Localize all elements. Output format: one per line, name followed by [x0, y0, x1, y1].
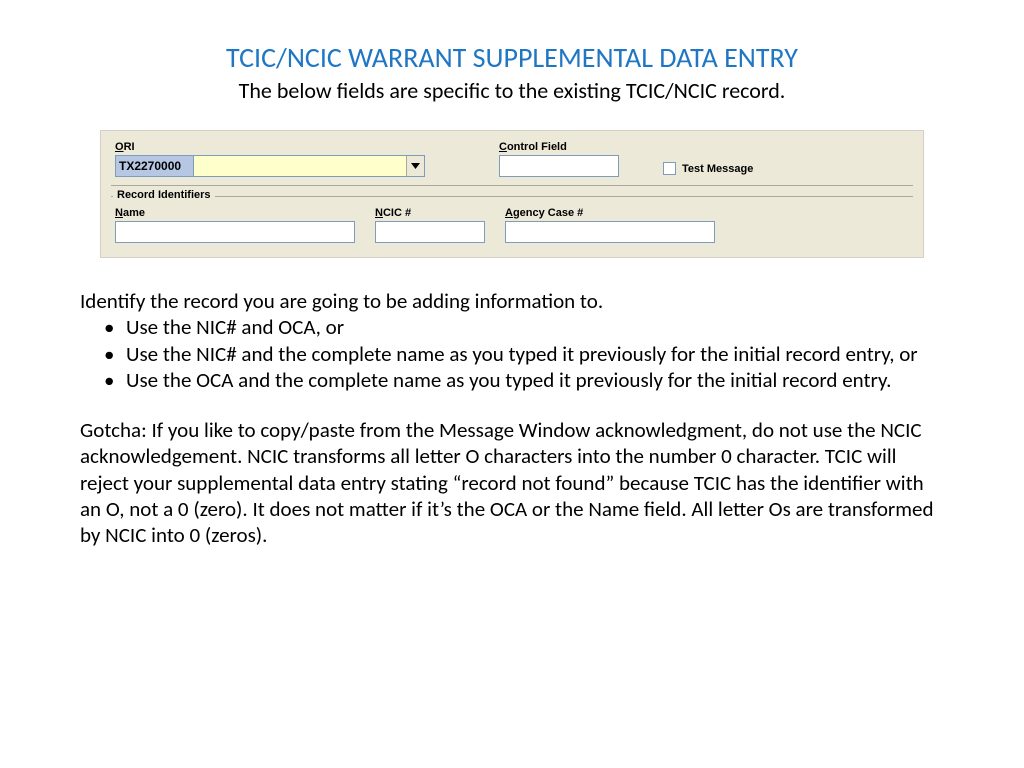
ori-field-group: ORI TX2270000 — [115, 141, 425, 177]
ncic-input[interactable] — [375, 221, 485, 243]
list-item: Use the NIC# and the complete name as yo… — [104, 341, 944, 367]
header-row: ORI TX2270000 Control Field Test — [111, 135, 913, 186]
agency-case-input[interactable] — [505, 221, 715, 243]
ori-label-rest: RI — [124, 141, 135, 153]
ori-dropdown-button[interactable] — [406, 156, 424, 176]
control-field-group: Control Field — [499, 141, 619, 177]
control-field-input[interactable] — [499, 155, 619, 177]
instruction-list: Use the NIC# and OCA, or Use the NIC# an… — [80, 314, 944, 393]
record-identifiers-row: Name NCIC # Agency Case # — [115, 207, 909, 243]
agency-case-label: Agency Case # — [505, 207, 715, 219]
chevron-down-icon — [411, 163, 420, 169]
ori-value: TX2270000 — [116, 156, 194, 176]
page-title: TCIC/NCIC WARRANT SUPPLEMENTAL DATA ENTR… — [60, 40, 964, 75]
control-label-hotkey: C — [499, 141, 507, 153]
record-identifiers-legend: Record Identifiers — [113, 189, 215, 201]
agency-case-field-group: Agency Case # — [505, 207, 715, 243]
instruction-block: Identify the record you are going to be … — [80, 288, 944, 548]
form-panel: ORI TX2270000 Control Field Test — [100, 130, 924, 258]
ncic-label: NCIC # — [375, 207, 485, 219]
page-container: TCIC/NCIC WARRANT SUPPLEMENTAL DATA ENTR… — [0, 0, 1024, 548]
instruction-intro: Identify the record you are going to be … — [80, 288, 944, 314]
control-label-rest: ontrol Field — [507, 141, 567, 153]
control-field-label: Control Field — [499, 141, 619, 153]
ncic-field-group: NCIC # — [375, 207, 485, 243]
page-subtitle: The below fields are specific to the exi… — [60, 77, 964, 104]
list-item: Use the NIC# and OCA, or — [104, 314, 944, 340]
test-message-checkbox[interactable] — [663, 162, 676, 175]
ori-label-hotkey: O — [115, 141, 124, 153]
list-item: Use the OCA and the complete name as you… — [104, 367, 944, 393]
ncic-label-rest: CIC # — [383, 207, 411, 219]
agency-label-rest: gency Case # — [513, 207, 583, 219]
name-label: Name — [115, 207, 355, 219]
record-identifiers-fieldset: Record Identifiers Name NCIC # A — [111, 196, 913, 247]
gotcha-paragraph: Gotcha: If you like to copy/paste from t… — [80, 417, 944, 548]
ori-label: ORI — [115, 141, 425, 153]
ori-combobox[interactable]: TX2270000 — [115, 155, 425, 177]
ncic-label-hotkey: N — [375, 207, 383, 219]
test-message-label: Test Message — [682, 163, 753, 175]
name-field-group: Name — [115, 207, 355, 243]
ori-input-area[interactable] — [194, 156, 406, 176]
name-label-rest: ame — [123, 207, 145, 219]
test-message-group: Test Message — [663, 162, 753, 177]
name-label-hotkey: N — [115, 207, 123, 219]
name-input[interactable] — [115, 221, 355, 243]
agency-label-hotkey: A — [505, 207, 513, 219]
